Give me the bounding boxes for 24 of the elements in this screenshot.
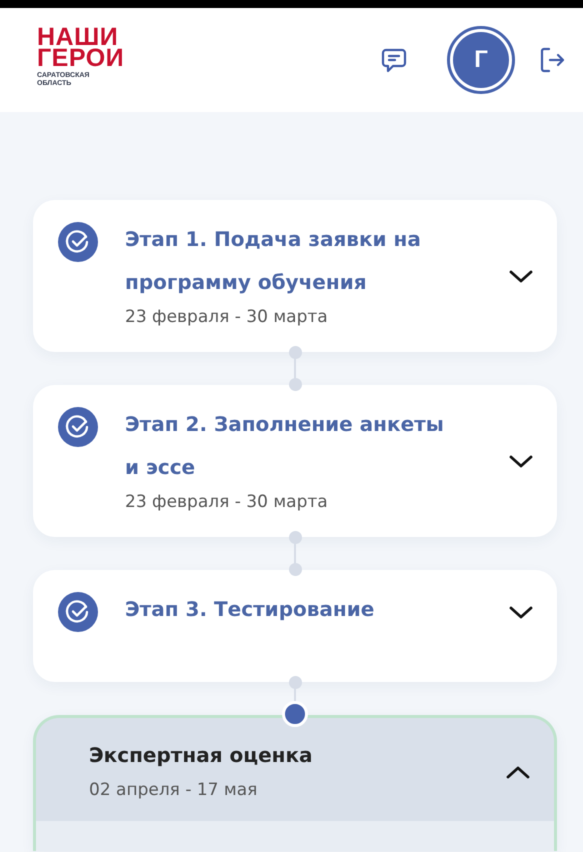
stage-card[interactable]: Экспертная оценка 02 апреля - 17 мая — [33, 715, 557, 851]
stage-card[interactable]: Этап 1. Подача заявки на программу обучения 23 февраля - 30 марта — [33, 200, 557, 352]
stage-dates: 23 февраля - 30 марта — [125, 306, 329, 329]
check-icon — [58, 407, 98, 447]
stage-title: Этап 1. Подача заявки на программу обучения — [125, 226, 422, 296]
stage-dates: 23 февраля - 30 марта — [125, 491, 329, 514]
logo-title: НАШИ — [37, 26, 118, 48]
stage-card[interactable]: Этап 2. Заполнение анкеты и эссе 23 февраля - 30 марта — [33, 385, 557, 537]
chevron-down-icon[interactable] — [509, 455, 533, 469]
stage-title: Этап 2. Заполнение анкеты и эссе — [125, 411, 445, 481]
current-step-dot — [282, 701, 308, 727]
stage-card[interactable]: Этап 3. Тестирование — [33, 570, 557, 682]
chevron-up-icon[interactable] — [506, 764, 530, 778]
logo-title: ГЕРОИ — [37, 48, 124, 68]
chat-icon[interactable] — [381, 47, 407, 73]
stage-dates: 02 апреля - 17 мая — [89, 779, 258, 802]
chevron-down-icon[interactable] — [509, 270, 533, 284]
check-icon — [58, 222, 98, 262]
check-icon — [58, 592, 98, 632]
chevron-down-icon[interactable] — [509, 606, 533, 620]
logout-icon[interactable] — [539, 47, 565, 73]
user-avatar[interactable]: Г — [447, 26, 515, 94]
stage-title: Этап 3. Тестирование — [125, 596, 376, 623]
stage-title: Экспертная оценка — [89, 742, 314, 769]
